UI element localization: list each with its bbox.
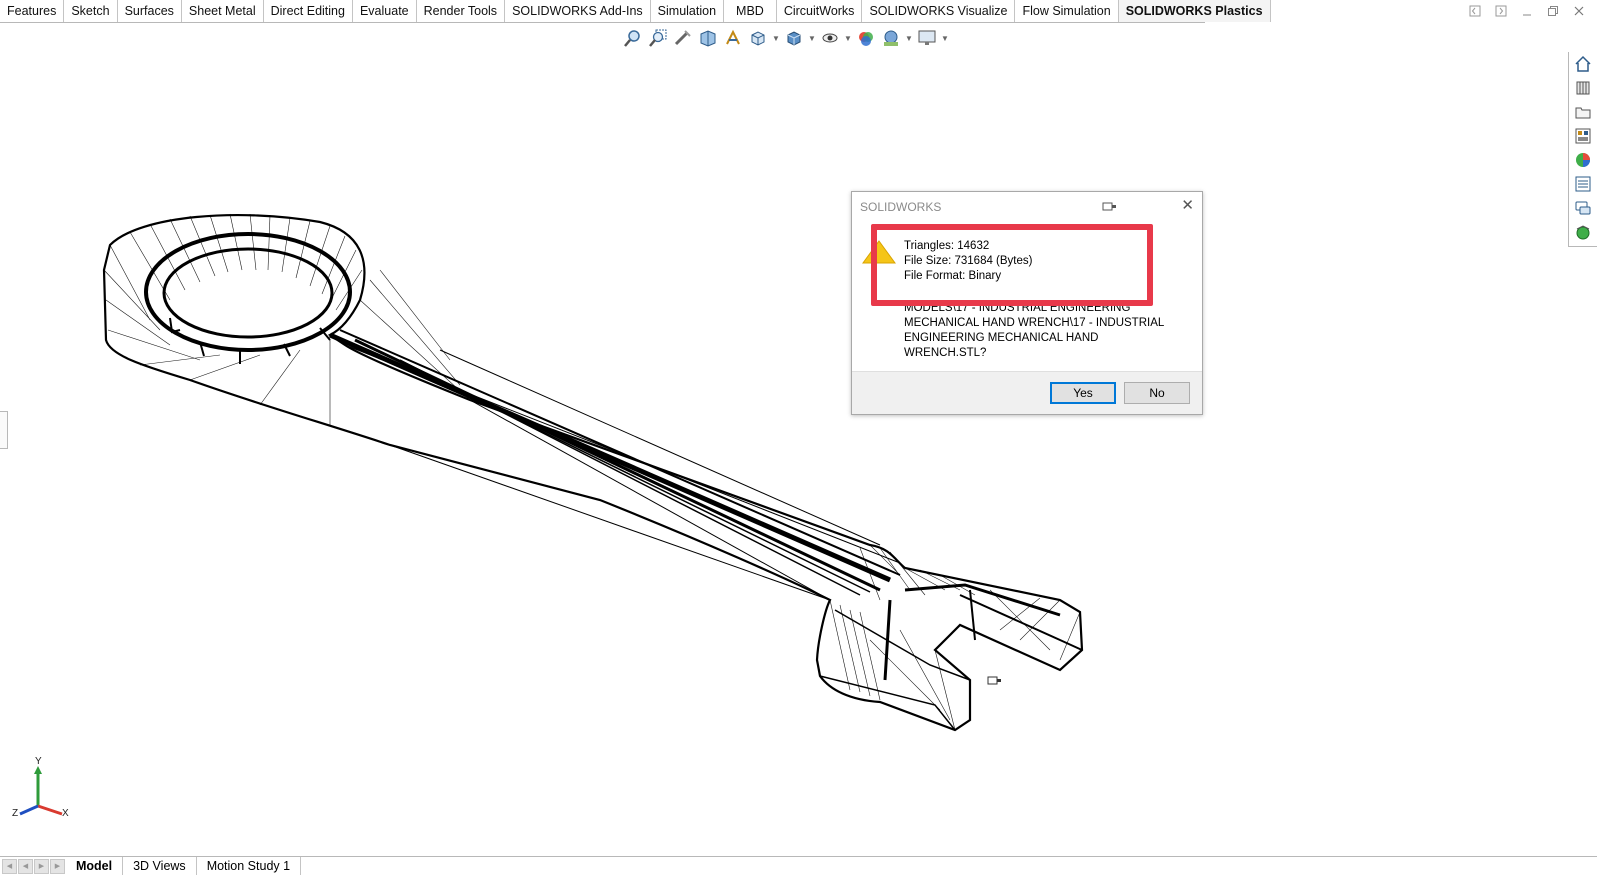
bottom-tab-bar: ◀ ◀ ▶ ▶ Model 3D Views Motion Study 1: [0, 856, 1597, 875]
prev-tab-icon[interactable]: ◀: [18, 858, 33, 874]
no-button[interactable]: No: [1124, 382, 1190, 404]
triad-x-label: X: [62, 808, 69, 819]
file-path-text: MODELS\17 - INDUSTRIAL ENGINEERING MECHA…: [904, 301, 1184, 361]
pin-icon[interactable]: [1102, 200, 1118, 218]
path-line: ENGINEERING MECHANICAL HAND WRENCH.STL?: [904, 332, 1099, 359]
first-tab-icon[interactable]: ◀: [2, 858, 17, 874]
reference-triad: Y X Z: [10, 756, 74, 822]
close-icon[interactable]: ✕: [1181, 196, 1194, 214]
dialog-title: SOLIDWORKS: [860, 200, 942, 214]
wrench-wireframe-model: [102, 213, 1084, 732]
tab-3d-views[interactable]: 3D Views: [123, 857, 197, 875]
cursor-icon: [987, 676, 1001, 685]
tab-model[interactable]: Model: [66, 857, 124, 875]
tab-motion-study-1[interactable]: Motion Study 1: [197, 857, 302, 875]
triad-z-label: Z: [12, 808, 19, 819]
last-tab-icon[interactable]: ▶: [50, 858, 65, 874]
triad-y-label: Y: [35, 756, 42, 767]
next-tab-icon[interactable]: ▶: [34, 858, 49, 874]
highlight-box: [871, 224, 1153, 306]
yes-button[interactable]: Yes: [1050, 382, 1116, 404]
tab-scroll-buttons: ◀ ◀ ▶ ▶: [2, 858, 66, 874]
dialog-footer: Yes No: [852, 371, 1202, 414]
path-line: MECHANICAL HAND WRENCH\17 - INDUSTRIAL: [904, 317, 1165, 329]
